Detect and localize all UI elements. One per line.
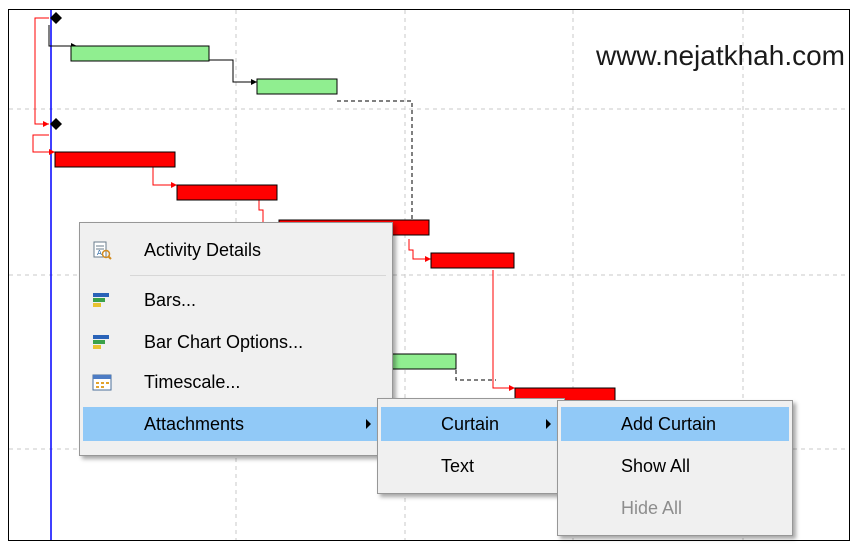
watermark: www.nejatkhah.com — [595, 40, 845, 71]
menu-item-label: Bars... — [144, 290, 197, 310]
menu-item-label: Show All — [621, 456, 691, 476]
menu-item-bars[interactable]: Bars... — [83, 283, 389, 317]
arrowhead — [509, 385, 515, 391]
menu-item-activity-details[interactable]: A Activity Details — [83, 233, 389, 267]
menu-item-label: Hide All — [621, 498, 683, 518]
menu-item-show-all[interactable]: Show All — [561, 449, 789, 483]
menu-item-timescale[interactable]: Timescale... — [83, 365, 389, 399]
arrowhead — [49, 149, 55, 155]
menu-item-text[interactable]: Text — [381, 449, 561, 483]
arrowhead — [171, 182, 177, 188]
menu-item-label: Timescale... — [144, 372, 241, 392]
activity-bar-critical — [54, 151, 176, 168]
arrowhead — [251, 79, 257, 85]
relationship-line — [337, 100, 413, 220]
menu-item-label: Activity Details — [144, 240, 262, 260]
menu-item-attachments[interactable]: Attachments — [83, 407, 389, 441]
relationship-line — [492, 270, 515, 389]
activity-bar-normal — [256, 78, 338, 95]
attachments-submenu: Curtain Text — [377, 398, 565, 494]
relationship-line — [455, 370, 496, 381]
arrowhead — [425, 256, 431, 262]
menu-separator — [130, 275, 386, 276]
relationship-line — [48, 25, 71, 47]
bars-icon — [93, 293, 109, 307]
menu-item-label: Add Curtain — [621, 414, 717, 434]
menu-item-label: Text — [441, 456, 475, 476]
relationship-line — [408, 239, 431, 260]
menu-item-label: Curtain — [441, 414, 500, 434]
activity-bar-critical — [176, 184, 278, 201]
activity-bar-normal — [70, 45, 210, 62]
menu-item-add-curtain[interactable]: Add Curtain — [561, 407, 789, 441]
curtain-submenu: Add Curtain Show All Hide All — [557, 400, 793, 536]
arrowhead — [43, 121, 49, 127]
context-menu: A Activity Details Bars... Bar Chart Opt… — [79, 222, 393, 456]
menu-item-bar-chart-options[interactable]: Bar Chart Options... — [83, 325, 389, 359]
submenu-arrow-icon — [366, 419, 371, 429]
relationship-line — [209, 59, 257, 83]
submenu-arrow-icon — [546, 419, 551, 429]
activity-bar-critical — [430, 252, 515, 269]
relationship-line — [34, 17, 49, 125]
menu-item-curtain[interactable]: Curtain — [381, 407, 561, 441]
bar-chart-options-icon — [93, 335, 109, 349]
menu-item-label: Attachments — [144, 414, 245, 434]
activity-bar-normal — [384, 353, 457, 370]
svg-text:A: A — [97, 249, 102, 257]
activity-details-icon: A — [93, 241, 112, 260]
timescale-icon — [92, 374, 112, 391]
menu-item-label: Bar Chart Options... — [144, 332, 304, 352]
milestone-diamond — [50, 12, 62, 24]
menu-item-hide-all: Hide All — [561, 491, 789, 525]
milestone-diamond — [50, 118, 62, 130]
